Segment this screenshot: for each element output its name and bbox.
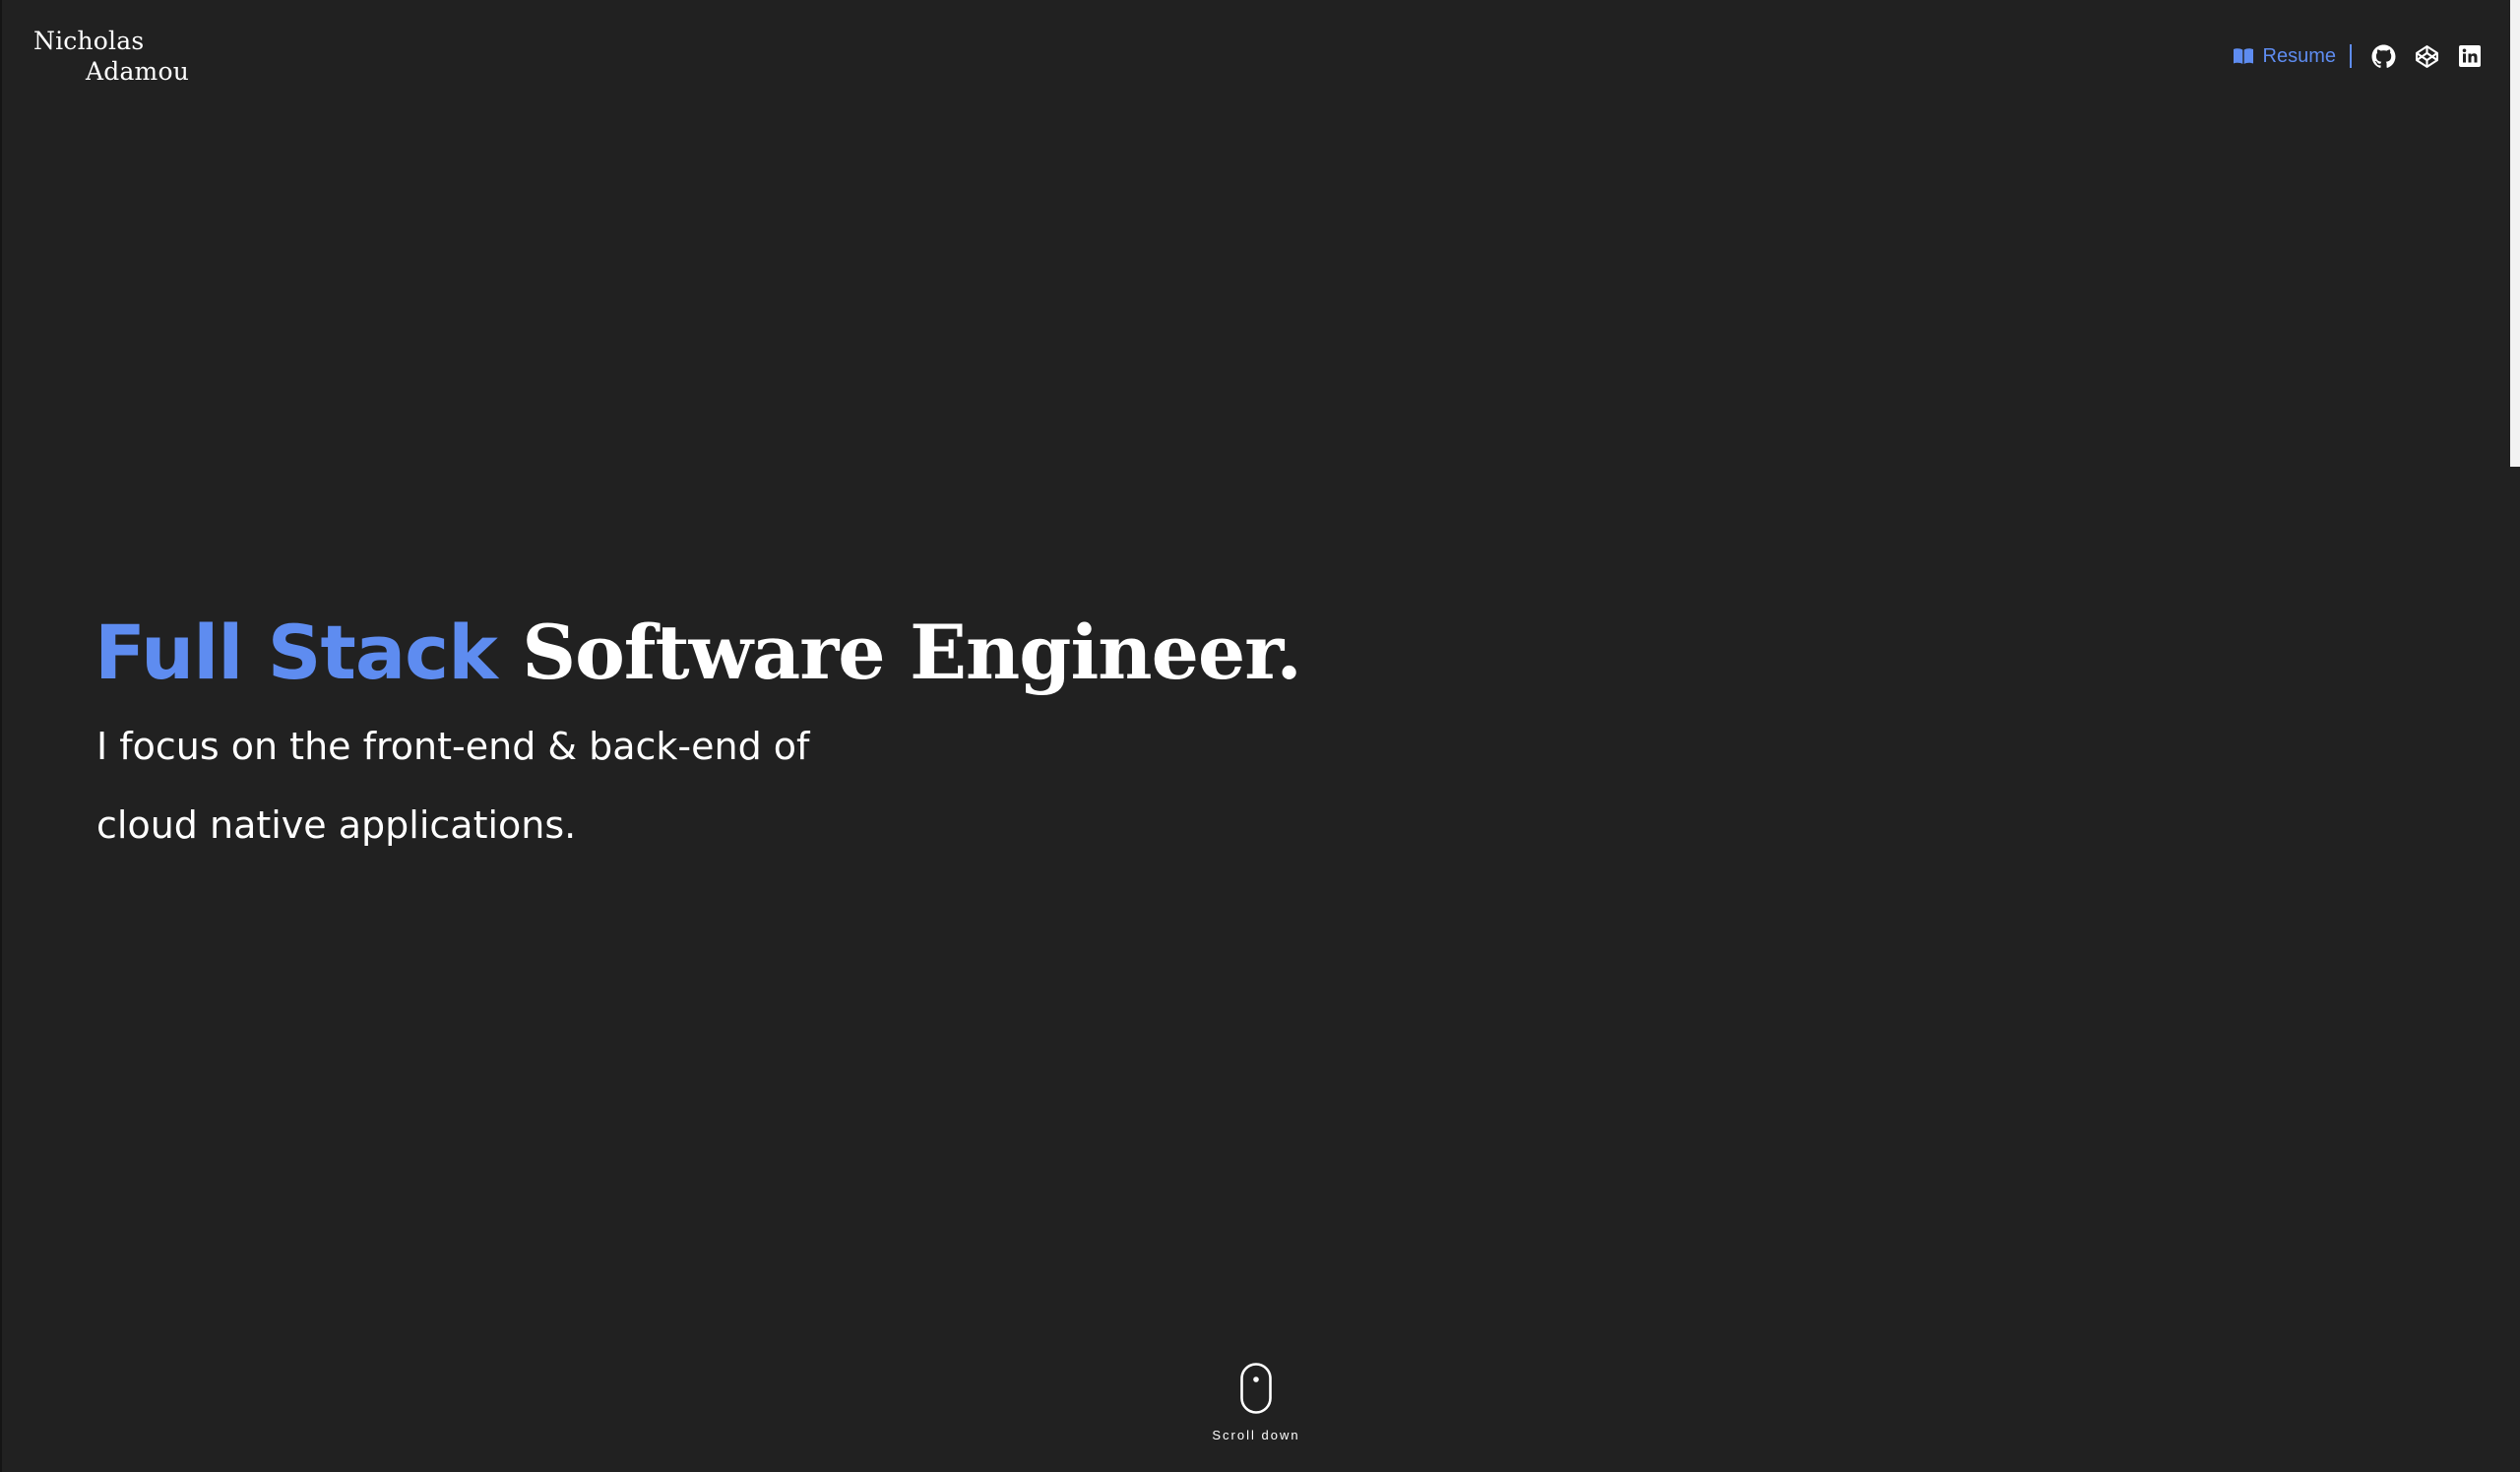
book-open-icon	[2233, 47, 2254, 65]
page: Nicholas Adamou Resume Full Stack Softwa…	[0, 0, 2520, 1472]
resume-label: Resume	[2262, 44, 2336, 67]
mouse-icon	[1240, 1363, 1272, 1414]
social-links	[2371, 44, 2483, 69]
linkedin-icon	[2459, 44, 2481, 67]
codepen-icon	[2416, 44, 2438, 68]
hero-subtitle: I focus on the front-end & back-end of c…	[96, 707, 904, 864]
logo-first-name: Nicholas	[33, 27, 145, 55]
hero-title: Full Stack Software Engineer.	[94, 608, 1302, 697]
scrollbar-thumb[interactable]	[2510, 0, 2520, 467]
scroll-down-indicator[interactable]: Scroll down	[1207, 1363, 1305, 1442]
header-nav: Resume	[2233, 41, 2483, 71]
hero-title-rest: Software Engineer.	[522, 608, 1302, 696]
linkedin-link[interactable]	[2458, 44, 2483, 69]
nav-divider	[2350, 44, 2352, 68]
scroll-down-label: Scroll down	[1212, 1428, 1300, 1442]
logo-last-name: Adamou	[86, 57, 190, 86]
codepen-link[interactable]	[2415, 44, 2439, 69]
resume-link[interactable]: Resume	[2233, 45, 2336, 68]
site-logo[interactable]: Nicholas Adamou	[33, 26, 189, 87]
hero-title-accent: Full Stack	[94, 608, 498, 696]
hero-subtitle-line2: cloud native applications.	[96, 803, 577, 847]
hero-subtitle-line1: I focus on the front-end & back-end of	[96, 725, 810, 768]
github-link[interactable]	[2371, 44, 2396, 69]
github-icon	[2371, 44, 2396, 68]
